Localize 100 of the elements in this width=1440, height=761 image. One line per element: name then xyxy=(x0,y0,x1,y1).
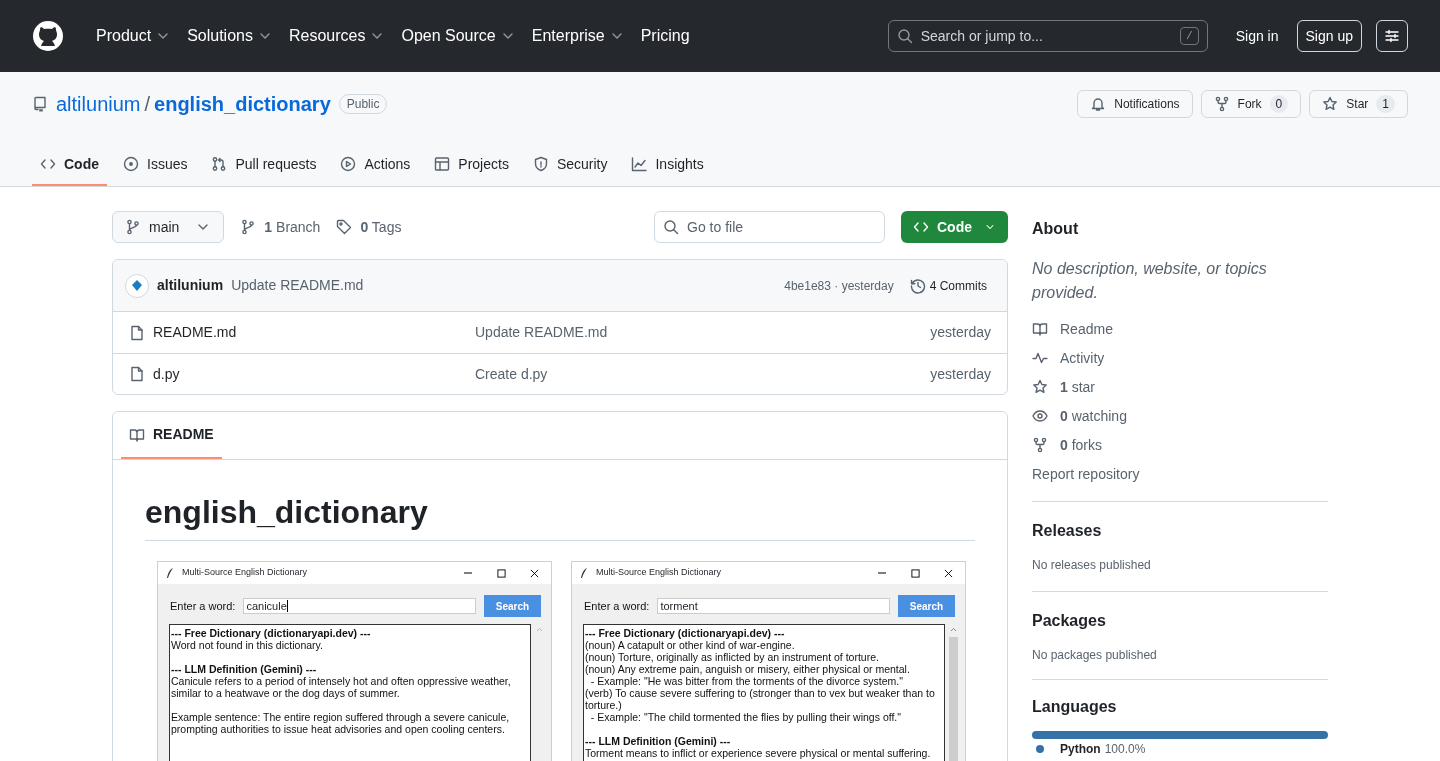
output-line: Example sentence: The entire region suffered through a severe canicule, prompting authorities to issue heat advisories and open cooling centers. xyxy=(171,711,511,735)
feather-icon xyxy=(166,567,174,579)
word-label: Enter a word: xyxy=(170,598,236,614)
avatar xyxy=(125,273,149,298)
shortcut-key: / xyxy=(1180,27,1199,45)
readme-heading: english_dictionary xyxy=(145,492,975,541)
repo-tab[interactable]: Actions xyxy=(332,144,419,186)
table-icon xyxy=(434,156,451,172)
owner-link[interactable]: altilunium xyxy=(56,89,141,119)
counter: 0 xyxy=(1269,95,1289,113)
close-icon[interactable] xyxy=(944,568,953,578)
file-time: yesterday xyxy=(930,323,991,342)
branch-selector[interactable]: main xyxy=(112,211,225,243)
section-note: No releases published xyxy=(1032,557,1152,574)
eye-icon xyxy=(1032,408,1048,424)
commit-author[interactable]: altilunium xyxy=(157,275,224,296)
code-button[interactable]: Code xyxy=(901,211,1008,243)
feather-icon xyxy=(580,567,588,579)
window-title: Multi-Source English Dictionary xyxy=(182,566,309,580)
languages-heading: Languages xyxy=(1032,697,1118,717)
sign-in-link[interactable]: Sign in xyxy=(1231,25,1283,47)
word-label: Enter a word: xyxy=(584,598,650,614)
logo-icon[interactable] xyxy=(32,20,64,52)
pulse-icon xyxy=(1032,350,1048,366)
file-commit-message[interactable]: Update README.md xyxy=(475,322,608,343)
search-field[interactable]: Search or jump to... / xyxy=(887,20,1208,52)
sliders-icon xyxy=(1384,28,1400,44)
about-link[interactable]: Activity xyxy=(1032,348,1328,368)
packages-heading[interactable]: Packages xyxy=(1032,609,1328,633)
section-note: No packages published xyxy=(1032,647,1158,664)
window-title: Multi-Source English Dictionary xyxy=(596,566,723,580)
star-icon xyxy=(1032,379,1048,395)
file-name[interactable]: d.py xyxy=(153,363,475,385)
output-line: - Example: "The child tormented the flies by pulling their wings off." xyxy=(589,711,902,723)
about-link[interactable]: Readme xyxy=(1032,319,1328,339)
about-link[interactable]: 0 forks xyxy=(1032,435,1328,455)
about-description: No description, website, or topics provided. xyxy=(1032,259,1268,303)
search-icon xyxy=(663,219,679,235)
search-icon xyxy=(896,28,913,44)
file-commit-message[interactable]: Create d.py xyxy=(475,363,548,385)
nav-link[interactable]: Solutions xyxy=(179,24,281,48)
nav-link[interactable]: Open Source xyxy=(393,24,524,48)
nav-link[interactable]: Pricing xyxy=(632,24,698,48)
releases-heading[interactable]: Releases xyxy=(1032,519,1328,543)
output-line: Torment means to inflict or experience severe physical or mental suffering. xyxy=(585,747,932,759)
path-separator: / xyxy=(144,92,151,117)
commit-meta: 4be1e83 · yesterday xyxy=(784,277,894,295)
nav-link[interactable]: Enterprise xyxy=(523,24,633,48)
book-icon xyxy=(1032,321,1048,337)
output-line: (verb) To cause severe suffering to (stronger than to vex but weaker than to torture.) xyxy=(585,687,936,711)
repo-name-link[interactable]: english_dictionary xyxy=(154,89,331,119)
repo-tab[interactable]: Insights xyxy=(623,144,712,186)
branch-icon xyxy=(240,219,257,235)
counter: 1 xyxy=(1376,95,1395,113)
maximize-icon[interactable] xyxy=(497,568,506,578)
repo-tab[interactable]: Code xyxy=(32,144,107,186)
file-icon xyxy=(129,366,145,382)
nav-link[interactable]: Resources xyxy=(280,24,394,48)
about-link[interactable]: 1 star xyxy=(1032,377,1328,397)
star-icon xyxy=(1322,96,1339,112)
about-heading: About xyxy=(1032,219,1080,239)
notifications-button[interactable]: Notifications xyxy=(1077,90,1193,118)
tags-link[interactable]: 0 Tags xyxy=(336,216,402,238)
play-icon xyxy=(340,156,357,172)
close-icon[interactable] xyxy=(530,568,539,578)
file-name[interactable]: README.md xyxy=(153,322,475,343)
repo-tab[interactable]: Issues xyxy=(115,144,196,186)
readme-tab[interactable]: README xyxy=(121,412,222,459)
bell-icon xyxy=(1090,96,1107,112)
branches-link[interactable]: 1 Branch xyxy=(240,216,321,238)
word-input[interactable]: canicule xyxy=(243,598,476,614)
output-heading: --- Free Dictionary (dictionaryapi.dev) --- xyxy=(585,627,786,639)
repo-tab[interactable]: Projects xyxy=(426,144,517,186)
graph-icon xyxy=(631,156,648,172)
about-link[interactable]: 0 watching xyxy=(1032,406,1328,426)
repo-tab[interactable]: Pull requests xyxy=(203,144,325,186)
output-line: (noun) A catapult or other kind of war-engine. xyxy=(585,639,796,651)
commits-link[interactable]: 4 Commits xyxy=(909,276,987,295)
output-line: (noun) Torture, originally as inflicted by an instrument of torture. xyxy=(585,651,880,663)
menu-button[interactable] xyxy=(1376,20,1408,52)
output-line: (noun) Any extreme pain, anguish or misery, either physical or mental. xyxy=(585,663,911,675)
repo-icon xyxy=(32,96,48,112)
report-link[interactable]: Report repository xyxy=(1032,464,1328,484)
maximize-icon[interactable] xyxy=(911,568,920,578)
nav-link[interactable]: Product xyxy=(88,24,180,48)
output-heading: --- Free Dictionary (dictionaryapi.dev) --- xyxy=(171,627,372,639)
sign-up-button[interactable]: Sign up xyxy=(1296,20,1362,52)
output-line: Canicule refers to a period of intensely hot and often oppressive weather, similar to a heatwave or the dog days of summer. xyxy=(171,675,512,699)
word-input[interactable]: torment xyxy=(657,598,890,614)
pull-request-icon xyxy=(211,156,228,172)
go-to-file-field[interactable]: Go to file xyxy=(654,211,885,243)
commit-message[interactable]: Update README.md xyxy=(231,275,364,296)
language-name[interactable]: Python xyxy=(1060,741,1101,757)
fork-button[interactable]: Fork 0 xyxy=(1200,90,1302,118)
star-button[interactable]: Star 1 xyxy=(1309,90,1408,118)
shield-icon xyxy=(532,156,549,172)
repo-tab[interactable]: Security xyxy=(524,144,616,186)
history-icon xyxy=(909,277,926,294)
branch-icon xyxy=(125,219,141,235)
fork-icon xyxy=(1032,437,1048,453)
